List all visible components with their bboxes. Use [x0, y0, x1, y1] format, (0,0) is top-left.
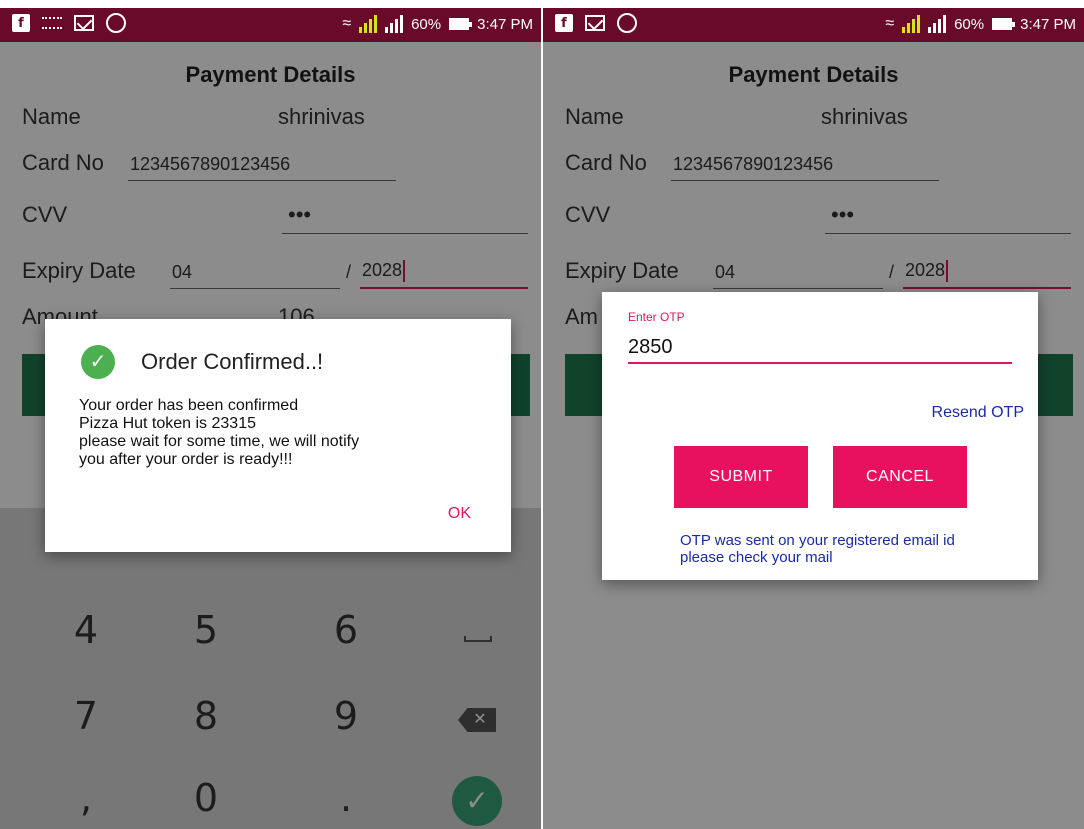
battery-percent: 60%: [954, 15, 985, 33]
cancel-button[interactable]: CANCEL: [833, 446, 967, 508]
screen-order-confirmed: f ≈ 60% 3:47 PM Payment Details Name shr…: [0, 8, 541, 829]
payment-form: Payment Details Name shrinivas Card No 1…: [0, 42, 541, 829]
otp-field-label: Enter OTP: [628, 310, 685, 324]
order-confirmed-dialog: ✓ Order Confirmed..! Your order has been…: [45, 319, 511, 552]
submit-button[interactable]: SUBMIT: [674, 446, 808, 508]
clock: 3:47 PM: [1020, 15, 1076, 33]
signal-sim1-icon: [359, 15, 378, 33]
keyboard-icon: [42, 17, 62, 29]
clock: 3:47 PM: [477, 15, 533, 33]
mail-icon: [585, 15, 605, 31]
facebook-icon: f: [12, 14, 30, 32]
signal-sim2-icon: [928, 15, 947, 33]
wifi-icon: ≈: [342, 15, 352, 32]
whatsapp-icon: [106, 13, 126, 33]
otp-sent-note: OTP was sent on your registered email id…: [680, 532, 955, 566]
whatsapp-icon: [617, 13, 637, 33]
resend-otp-link[interactable]: Resend OTP: [932, 404, 1024, 422]
ok-button[interactable]: OK: [448, 505, 471, 523]
signal-sim2-icon: [385, 15, 404, 33]
otp-dialog: Enter OTP Resend OTP SUBMIT CANCEL OTP w…: [602, 292, 1038, 580]
facebook-icon: f: [555, 14, 573, 32]
status-bar: f ≈ 60% 3:47 PM: [543, 8, 1084, 42]
battery-icon: [992, 18, 1016, 30]
wifi-icon: ≈: [885, 15, 895, 32]
otp-input[interactable]: [628, 332, 1012, 364]
battery-icon: [449, 18, 473, 30]
status-bar: f ≈ 60% 3:47 PM: [0, 8, 541, 42]
dialog-title: Order Confirmed..!: [141, 349, 324, 374]
battery-percent: 60%: [411, 15, 442, 33]
dialog-message: Your order has been confirmed Pizza Hut …: [79, 397, 360, 468]
check-circle-icon: ✓: [81, 345, 115, 379]
screen-enter-otp: f ≈ 60% 3:47 PM Payment Details Name shr…: [543, 8, 1084, 829]
signal-sim1-icon: [902, 15, 921, 33]
mail-icon: [74, 15, 94, 31]
payment-form: Payment Details Name shrinivas Card No 1…: [543, 42, 1084, 829]
